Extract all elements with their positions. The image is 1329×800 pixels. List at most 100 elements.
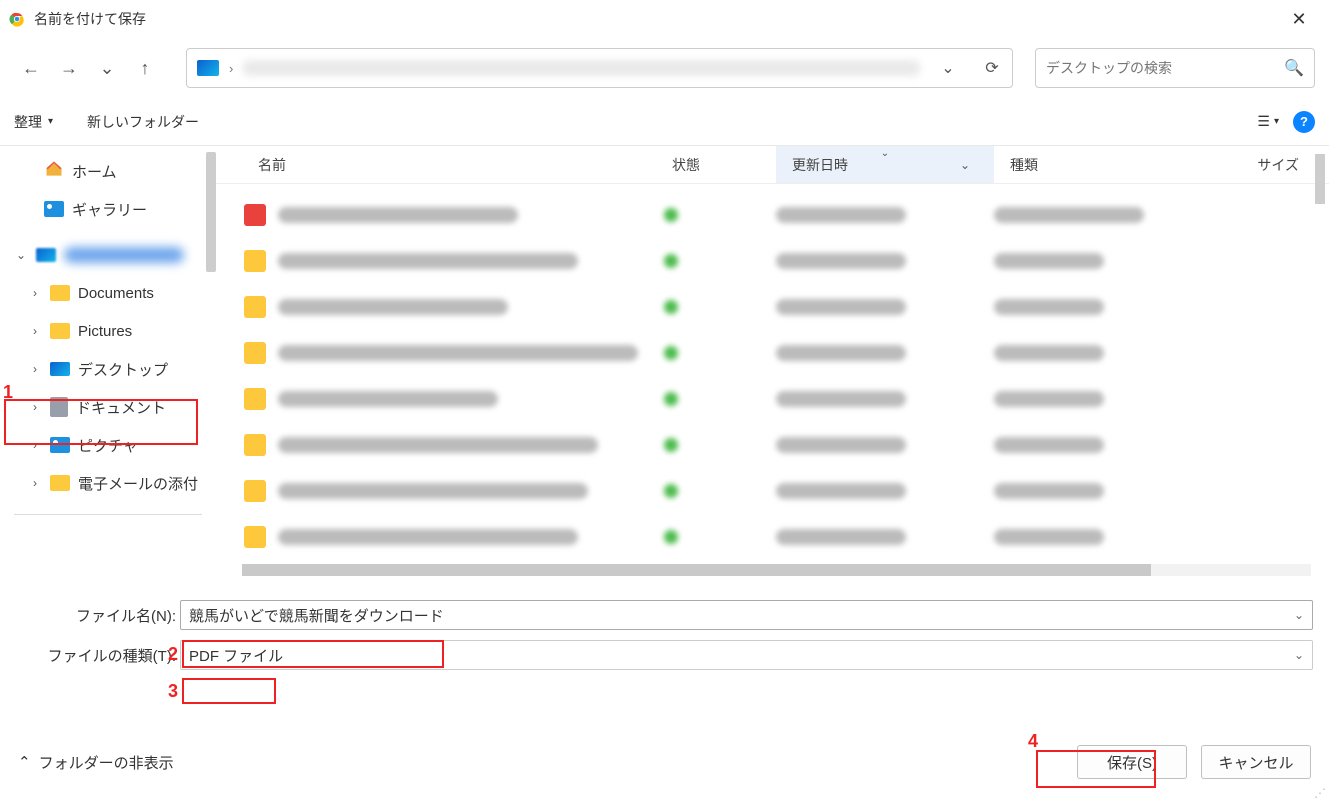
main-area: ホーム ギャラリー ⌄ › Documents › Pictures › デスク… bbox=[0, 146, 1329, 576]
tree-item-home[interactable]: ホーム bbox=[0, 152, 216, 190]
filetype-value: PDF ファイル bbox=[189, 645, 283, 666]
folder-icon bbox=[244, 388, 266, 410]
gallery-icon bbox=[44, 201, 64, 217]
folder-icon bbox=[244, 526, 266, 548]
forward-button[interactable]: → bbox=[52, 51, 86, 85]
new-folder-label: 新しいフォルダー bbox=[87, 112, 199, 132]
breadcrumb-separator-icon: › bbox=[229, 61, 233, 76]
recent-locations-button[interactable]: ⌄ bbox=[90, 51, 124, 85]
organize-menu[interactable]: 整理 ▾ bbox=[14, 112, 53, 132]
hide-folders-toggle[interactable]: ⌃ フォルダーの非表示 bbox=[18, 752, 174, 773]
address-path-blurred bbox=[243, 60, 920, 76]
folder-icon bbox=[50, 285, 70, 301]
folder-tree: ホーム ギャラリー ⌄ › Documents › Pictures › デスク… bbox=[0, 146, 216, 576]
tree-label: ドキュメント bbox=[76, 397, 166, 418]
tree-label: ホーム bbox=[72, 161, 117, 182]
folder-icon bbox=[244, 342, 266, 364]
column-headers: 名前 状態 ⌄ 更新日時 ⌄ 種類 サイズ bbox=[216, 146, 1329, 184]
up-button[interactable]: ↑ bbox=[128, 51, 162, 85]
location-desktop-icon bbox=[197, 60, 219, 76]
file-row[interactable] bbox=[216, 330, 1329, 376]
save-button[interactable]: 保存(S) bbox=[1077, 745, 1187, 779]
new-folder-button[interactable]: 新しいフォルダー bbox=[87, 112, 199, 132]
file-row[interactable] bbox=[216, 422, 1329, 468]
folder-icon bbox=[50, 323, 70, 339]
tree-item-documents-jp[interactable]: › ドキュメント bbox=[0, 388, 216, 426]
column-header-name[interactable]: 名前 bbox=[216, 155, 656, 175]
folder-icon bbox=[244, 296, 266, 318]
tree-item-pictures-jp[interactable]: › ピクチャ bbox=[0, 426, 216, 464]
tree-label-blurred bbox=[64, 247, 184, 263]
chevron-up-icon: ⌃ bbox=[18, 753, 31, 771]
tree-item-email-attachments[interactable]: › 電子メールの添付 bbox=[0, 464, 216, 502]
listing-hscrollbar[interactable] bbox=[242, 564, 1311, 576]
view-options-button[interactable]: ☰ ▾ bbox=[1257, 113, 1279, 130]
column-label: 更新日時 bbox=[792, 155, 848, 175]
filetype-label: ファイルの種類(T): bbox=[16, 645, 180, 666]
column-header-modified[interactable]: ⌄ 更新日時 ⌄ bbox=[776, 146, 994, 183]
file-row[interactable] bbox=[216, 284, 1329, 330]
file-row[interactable] bbox=[216, 468, 1329, 514]
tree-item-gallery[interactable]: ギャラリー bbox=[0, 190, 216, 228]
folder-icon bbox=[50, 475, 70, 491]
filename-input[interactable]: 競馬がいどで競馬新聞をダウンロード ⌄ bbox=[180, 600, 1313, 630]
pictures-icon bbox=[50, 437, 70, 453]
file-rows bbox=[216, 184, 1329, 576]
search-input[interactable] bbox=[1046, 60, 1284, 76]
titlebar: 名前を付けて保存 ✕ bbox=[0, 0, 1329, 38]
document-icon bbox=[50, 397, 68, 417]
command-toolbar: 整理 ▾ 新しいフォルダー ☰ ▾ ? bbox=[0, 98, 1329, 146]
chevron-right-icon: › bbox=[28, 438, 42, 452]
file-row[interactable] bbox=[216, 376, 1329, 422]
folder-icon bbox=[244, 434, 266, 456]
chevron-down-icon: ⌄ bbox=[14, 248, 28, 262]
column-header-status[interactable]: 状態 bbox=[656, 155, 776, 175]
chrome-icon bbox=[8, 10, 26, 28]
tree-item-cloud-account[interactable]: ⌄ bbox=[0, 236, 216, 274]
file-icon bbox=[244, 204, 266, 226]
filetype-row: ファイルの種類(T): PDF ファイル ⌄ bbox=[16, 640, 1313, 670]
chevron-right-icon: › bbox=[28, 476, 42, 490]
filetype-select[interactable]: PDF ファイル ⌄ bbox=[180, 640, 1313, 670]
chevron-down-icon[interactable]: ⌄ bbox=[1294, 608, 1304, 622]
refresh-button[interactable]: ⟳ bbox=[982, 58, 1002, 78]
column-header-type[interactable]: 種類 bbox=[994, 155, 1194, 175]
tree-label: デスクトップ bbox=[78, 359, 168, 380]
cancel-button[interactable]: キャンセル bbox=[1201, 745, 1311, 779]
footer: ⌃ フォルダーの非表示 保存(S) キャンセル bbox=[0, 740, 1329, 784]
tree-label: ピクチャ bbox=[78, 435, 138, 456]
window-title: 名前を付けて保存 bbox=[34, 9, 1277, 29]
cloud-icon bbox=[36, 248, 56, 262]
file-row[interactable] bbox=[216, 192, 1329, 238]
file-row[interactable] bbox=[216, 238, 1329, 284]
chevron-right-icon: › bbox=[28, 362, 42, 376]
address-bar[interactable]: › ⌄ ⟳ bbox=[186, 48, 1013, 88]
tree-item-documents[interactable]: › Documents bbox=[0, 274, 216, 312]
save-fields: ファイル名(N): 競馬がいどで競馬新聞をダウンロード ⌄ ファイルの種類(T)… bbox=[0, 576, 1329, 686]
tree-label: Documents bbox=[78, 285, 154, 302]
listing-vscrollbar[interactable] bbox=[1315, 154, 1325, 204]
nav-toolbar: ← → ⌄ ↑ › ⌄ ⟳ 🔍 bbox=[0, 38, 1329, 98]
home-icon bbox=[44, 159, 64, 183]
search-box[interactable]: 🔍 bbox=[1035, 48, 1315, 88]
tree-item-pictures[interactable]: › Pictures bbox=[0, 312, 216, 350]
chevron-down-icon[interactable]: ⌄ bbox=[1294, 648, 1304, 662]
filename-label: ファイル名(N): bbox=[16, 605, 180, 626]
help-button[interactable]: ? bbox=[1293, 111, 1315, 133]
back-button[interactable]: ← bbox=[14, 51, 48, 85]
resize-grip-icon[interactable]: ⋰ bbox=[1314, 789, 1326, 797]
close-button[interactable]: ✕ bbox=[1277, 0, 1321, 38]
list-view-icon: ☰ bbox=[1257, 113, 1270, 130]
chevron-right-icon: › bbox=[28, 324, 42, 338]
chevron-down-icon: ▾ bbox=[48, 116, 53, 127]
tree-scrollbar[interactable] bbox=[206, 152, 216, 272]
tree-item-desktop[interactable]: › デスクトップ bbox=[0, 350, 216, 388]
address-dropdown-button[interactable]: ⌄ bbox=[938, 58, 958, 78]
filename-value: 競馬がいどで競馬新聞をダウンロード bbox=[189, 605, 444, 626]
file-row[interactable] bbox=[216, 514, 1329, 560]
file-listing: 名前 状態 ⌄ 更新日時 ⌄ 種類 サイズ bbox=[216, 146, 1329, 576]
chevron-down-icon: ▾ bbox=[1274, 116, 1279, 127]
column-header-size[interactable]: サイズ bbox=[1194, 155, 1329, 175]
tree-label: ギャラリー bbox=[72, 199, 147, 220]
chevron-right-icon: › bbox=[28, 286, 42, 300]
